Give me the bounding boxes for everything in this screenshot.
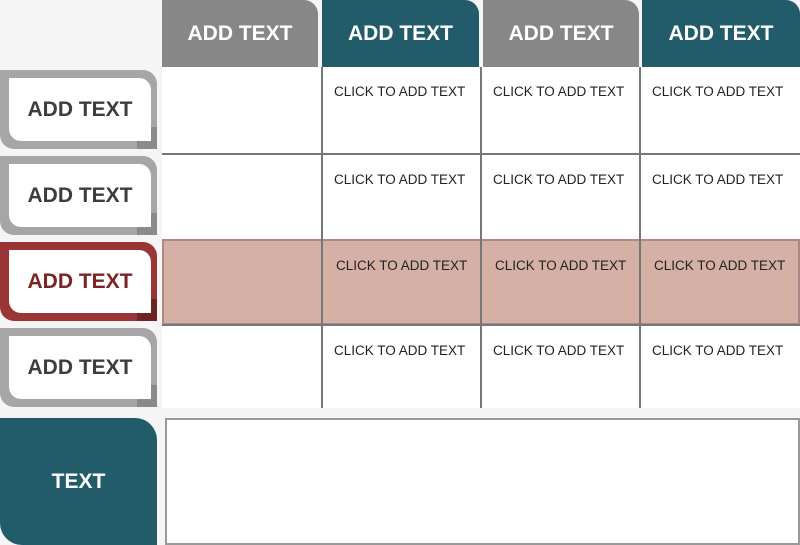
column-header-2: ADD TEXT xyxy=(322,0,479,67)
row-label: ADD TEXT xyxy=(0,70,157,149)
table-cell[interactable]: CLICK TO ADD TEXT xyxy=(481,155,640,239)
table-grid: CLICK TO ADD TEXT CLICK TO ADD TEXT CLICK … xyxy=(162,67,800,408)
column-divider xyxy=(321,67,323,408)
footer-content-box[interactable] xyxy=(165,418,800,545)
table-cell[interactable] xyxy=(162,326,322,410)
table-cell[interactable]: CLICK TO ADD TEXT xyxy=(322,326,481,410)
table-cell[interactable]: CLICK TO ADD TEXT xyxy=(324,241,483,323)
table-cell[interactable]: CLICK TO ADD TEXT xyxy=(483,241,642,323)
row-label-text: ADD TEXT xyxy=(9,78,151,141)
table-cell[interactable]: CLICK TO ADD TEXT xyxy=(640,155,800,239)
table-cell[interactable]: CLICK TO ADD TEXT xyxy=(481,67,640,153)
column-divider xyxy=(480,67,482,408)
table-cell[interactable] xyxy=(162,155,322,239)
table-cell[interactable]: CLICK TO ADD TEXT xyxy=(640,67,800,153)
table-cell[interactable]: CLICK TO ADD TEXT xyxy=(322,155,481,239)
row-label: ADD TEXT xyxy=(0,156,157,235)
row-label-text: ADD TEXT xyxy=(9,336,151,399)
table-cell[interactable]: CLICK TO ADD TEXT xyxy=(322,67,481,153)
column-divider xyxy=(639,67,641,408)
column-header-3: ADD TEXT xyxy=(483,0,639,67)
table-cell[interactable] xyxy=(162,67,322,153)
table-cell[interactable]: CLICK TO ADD TEXT xyxy=(640,326,800,410)
row-label: ADD TEXT xyxy=(0,328,157,407)
row-label: ADD TEXT xyxy=(0,242,157,321)
row-label-text: ADD TEXT xyxy=(9,164,151,227)
footer-label: TEXT xyxy=(0,418,157,545)
table-cell[interactable]: CLICK TO ADD TEXT xyxy=(642,241,800,323)
table-cell[interactable]: CLICK TO ADD TEXT xyxy=(481,326,640,410)
table-cell[interactable] xyxy=(164,241,324,323)
column-header-1: ADD TEXT xyxy=(162,0,318,67)
row-label-text: ADD TEXT xyxy=(9,250,151,313)
column-header-4: ADD TEXT xyxy=(642,0,800,67)
